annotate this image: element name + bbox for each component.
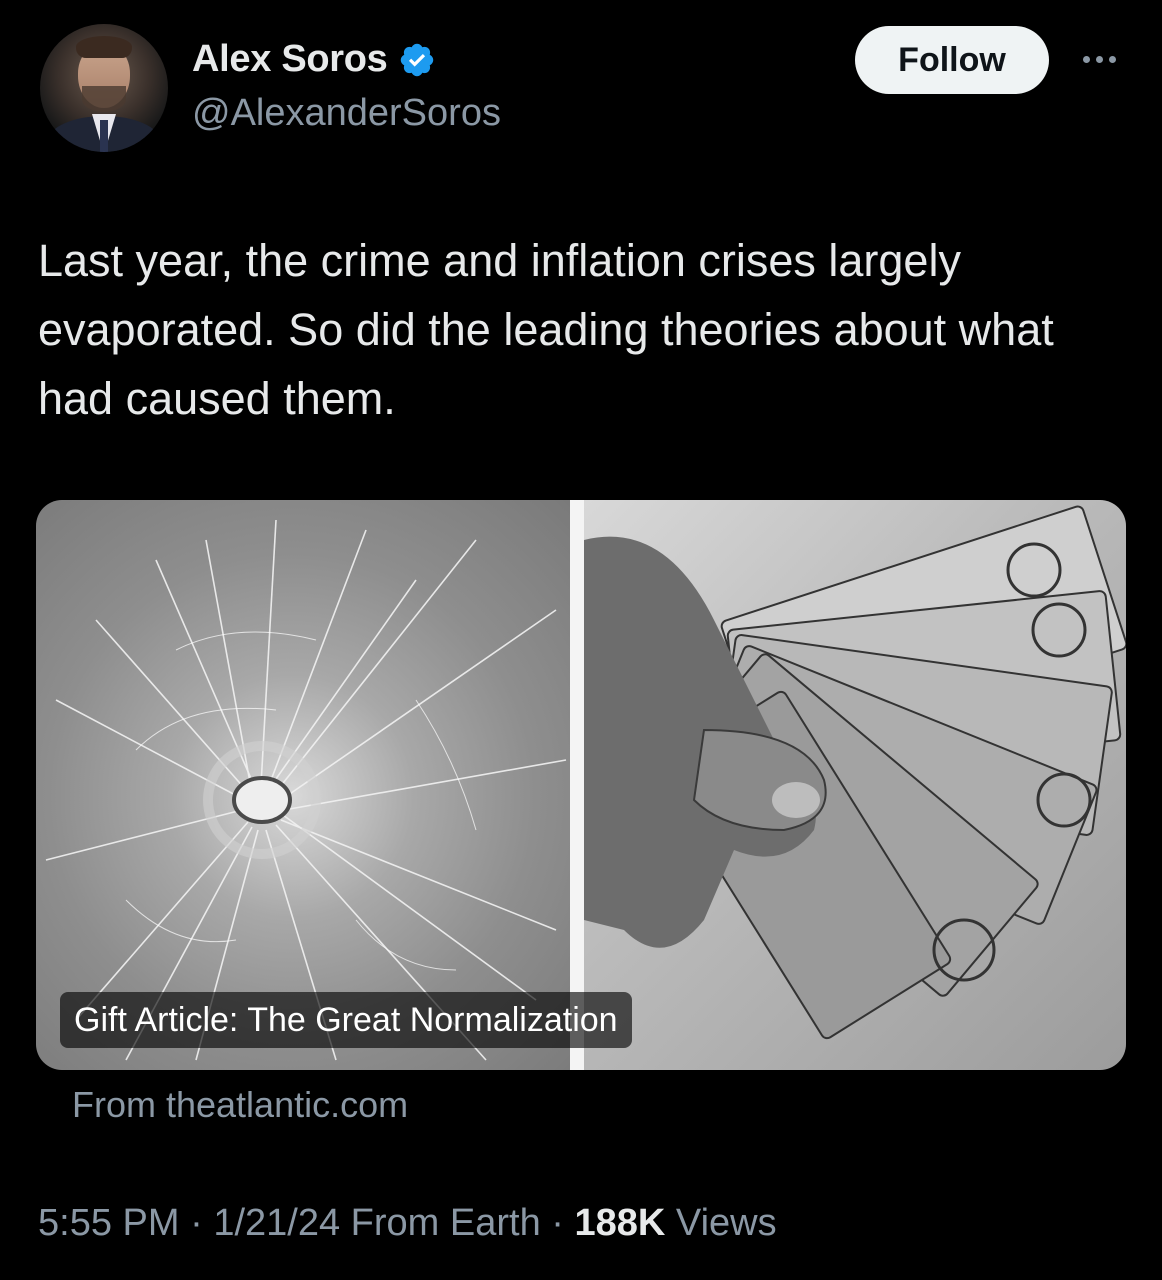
card-source[interactable]: From theatlantic.com [72,1084,408,1126]
more-dots-icon[interactable] [1074,44,1124,74]
views-label: Views [675,1202,777,1244]
tweet-time[interactable]: 5:55 PM [38,1202,180,1244]
dot [1108,55,1116,63]
tweet-meta: 5:55 PM · 1/21/24 From Earth · 188K View… [38,1202,777,1245]
link-card[interactable]: Gift Article: The Great Normalization [36,500,1126,1070]
money-image [584,500,1126,1070]
author-name[interactable]: Alex Soros [192,38,388,81]
image-divider [570,500,584,1070]
card-title[interactable]: Gift Article: The Great Normalization [60,992,632,1048]
verified-badge-icon [400,43,433,76]
avatar-hair [76,36,132,58]
dot [1082,55,1090,63]
avatar[interactable] [40,24,168,152]
tweet-text: Last year, the crime and inflation crise… [38,235,1054,424]
views-count[interactable]: 188K [575,1202,666,1244]
tweet-date[interactable]: 1/21/24 [213,1202,340,1244]
dot [1095,55,1103,63]
bills-graphic [584,505,1126,1040]
avatar-tie [100,120,108,152]
separator: · [551,1202,564,1244]
crack-lines [45,519,567,1061]
avatar-beard [82,86,126,112]
follow-button[interactable]: Follow [855,26,1049,94]
author-handle[interactable]: @AlexanderSoros [192,92,501,135]
shattered-glass-image [36,500,570,1070]
separator: · [190,1202,203,1244]
tweet-location: From Earth [350,1202,541,1244]
author-name-row[interactable]: Alex Soros [192,38,436,81]
